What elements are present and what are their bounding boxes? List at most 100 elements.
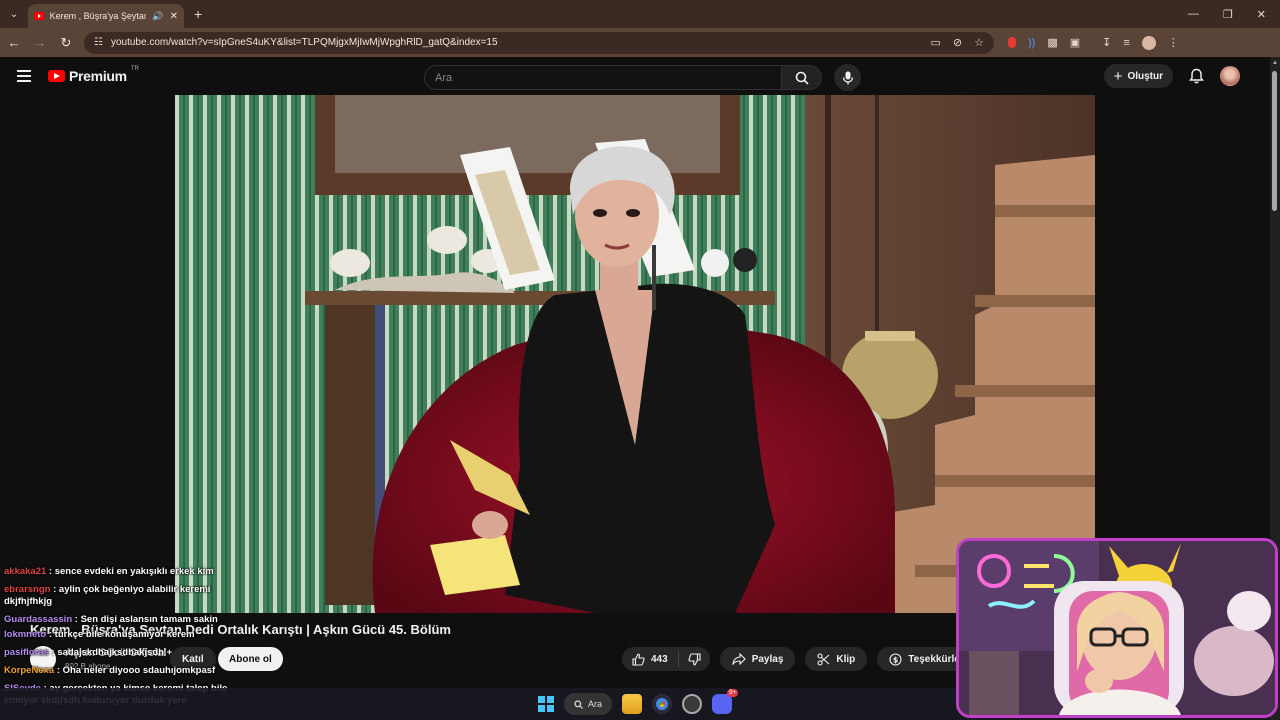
chat-message: Guardassassin : Sen dişi aslansın tamam … — [4, 614, 434, 626]
youtube-masthead: Premium TR + Oluştur — [0, 57, 1270, 95]
tab-search-chevron-icon[interactable]: ⌄ — [4, 4, 24, 24]
menu-hamburger-icon[interactable] — [17, 70, 31, 82]
search-button[interactable] — [782, 65, 822, 90]
dislike-button[interactable] — [679, 652, 710, 666]
extension-tv-icon[interactable]: ▩ — [1047, 36, 1057, 49]
url-text[interactable]: youtube.com/watch?v=sIpGneS4uKY&list=TLP… — [111, 37, 498, 48]
clip-label: Klip — [836, 653, 856, 665]
windows-start-icon[interactable] — [538, 696, 554, 712]
search-bar — [424, 64, 861, 91]
microphone-icon — [842, 71, 853, 84]
video-frame-scene — [175, 95, 1095, 613]
window-controls: — ❐ ✕ — [1188, 8, 1280, 21]
like-dislike-group: 443 — [622, 647, 710, 671]
like-button[interactable]: 443 — [622, 651, 679, 667]
thumbs-down-icon — [688, 652, 701, 665]
youtube-premium-logo[interactable]: Premium TR — [48, 66, 139, 84]
cast-icon[interactable]: ▭ — [931, 36, 941, 49]
tab-close-icon[interactable]: ✕ — [170, 11, 178, 22]
scissors-icon — [817, 652, 830, 666]
discord-badge: 9+ — [727, 689, 739, 697]
chat-user: pasifloras — [4, 647, 49, 658]
extension-audio-icon[interactable]: )) — [1028, 37, 1035, 49]
share-button[interactable]: Paylaş — [719, 647, 796, 671]
chat-text: : Oha neler diyooo sdauhıjomkpasf — [56, 665, 216, 676]
browser-tab-strip: ⌄ Kerem , Büşra'ya Şeytan Dedi 🔊 ✕ + — ❐… — [0, 0, 1280, 28]
search-icon — [795, 71, 809, 85]
omnibox-actions: ▭ ⊘ ☆ — [931, 36, 985, 49]
youtube-favicon-icon — [34, 12, 44, 20]
chat-user: lokmneto — [4, 629, 47, 640]
reading-list-icon[interactable]: ≡ — [1123, 37, 1129, 49]
taskbar-search-label: Ara — [588, 699, 603, 709]
voice-search-button[interactable] — [834, 64, 861, 91]
chat-user: KorpeNexa — [4, 665, 55, 676]
streamer-webcam-overlay — [956, 538, 1278, 718]
downloads-icon[interactable]: ↧ — [1102, 36, 1111, 49]
stream-chat-overlay: akkaka21 : sence evdeki en yakışıklı erk… — [4, 566, 434, 707]
chat-message: lokmneto : türkçe bile konuşamıyor kerem — [4, 629, 434, 641]
obs-taskbar-icon[interactable] — [682, 694, 703, 714]
restore-icon[interactable]: ❐ — [1223, 8, 1233, 21]
taskbar-search-icon — [574, 699, 583, 709]
minimize-icon[interactable]: — — [1188, 8, 1199, 21]
scroll-thumb[interactable] — [1272, 71, 1277, 211]
webcam-scene — [959, 541, 1275, 715]
thumbs-up-icon — [632, 653, 645, 666]
create-button[interactable]: + Oluştur — [1103, 64, 1173, 88]
video-actions: 443 Paylaş Klip $ Teşekkürler ⋯ — [622, 647, 1010, 671]
site-info-icon[interactable]: ☷ — [94, 37, 103, 48]
like-count: 443 — [651, 653, 668, 665]
notifications-bell-icon[interactable] — [1189, 68, 1204, 84]
chat-text: : sadajskdhajksdhakjsdh + — [51, 647, 173, 658]
youtube-play-logo-icon — [48, 70, 65, 82]
chat-text: : sence evdeki en yakışıklı erkek kim — [48, 566, 214, 577]
masthead-actions: + Oluştur — [1103, 64, 1240, 88]
extensions-area: )) ▩ ▣ ↧ ≡ ⋮ — [1008, 35, 1179, 50]
chat-message: KorpeNexa : Oha neler diyooo sdauhıjomkp… — [4, 665, 434, 677]
plus-icon: + — [1113, 67, 1123, 85]
clip-button[interactable]: Klip — [805, 647, 868, 671]
browser-tab-active[interactable]: Kerem , Büşra'ya Şeytan Dedi 🔊 ✕ — [28, 4, 184, 28]
share-label: Paylaş — [751, 653, 784, 665]
create-label: Oluştur — [1127, 70, 1163, 82]
bookmark-star-icon[interactable]: ☆ — [974, 36, 984, 49]
search-input[interactable] — [424, 65, 782, 90]
chat-user: ebrarsngn — [4, 584, 51, 595]
extension-red-icon[interactable] — [1008, 37, 1016, 48]
browser-toolbar: ← → ↻ ☷ youtube.com/watch?v=sIpGneS4uKY&… — [0, 28, 1280, 57]
screen: ⌄ Kerem , Büşra'ya Şeytan Dedi 🔊 ✕ + — ❐… — [0, 0, 1280, 720]
new-tab-plus-icon[interactable]: + — [194, 6, 202, 22]
tab-title: Kerem , Büşra'ya Şeytan Dedi — [49, 11, 147, 21]
close-window-icon[interactable]: ✕ — [1257, 8, 1266, 21]
thanks-dollar-icon: $ — [889, 652, 902, 666]
address-bar[interactable]: ☷ youtube.com/watch?v=sIpGneS4uKY&list=T… — [84, 31, 994, 54]
taskbar-items: Ara 9+ — [538, 689, 739, 715]
logo-region: TR — [130, 66, 139, 72]
chat-message: ebrarsngn : aylin çok beğeniyo alabilir … — [4, 584, 244, 608]
chat-message: pasifloras : sadajskdhajksdhakjsdh + — [4, 647, 434, 659]
chat-text: : Sen dişi aslansın tamam sakin — [74, 614, 218, 625]
svg-text:$: $ — [893, 655, 899, 664]
taskbar-search[interactable]: Ara — [564, 693, 613, 715]
tab-audio-icon[interactable]: 🔊 — [152, 11, 163, 22]
chat-user: akkaka21 — [4, 566, 47, 577]
reload-icon[interactable]: ↻ — [54, 35, 78, 51]
share-arrow-icon — [732, 653, 746, 665]
profile-avatar-icon[interactable] — [1141, 35, 1156, 50]
video-player[interactable] — [175, 95, 1095, 613]
scroll-up-arrow-icon[interactable]: ▲ — [1272, 60, 1278, 66]
tracking-eye-icon[interactable]: ⊘ — [953, 36, 962, 49]
back-arrow-icon[interactable]: ← — [2, 35, 26, 50]
chat-message: akkaka21 : sence evdeki en yakışıklı erk… — [4, 566, 434, 578]
chat-text: : türkçe bile konuşamıyor kerem — [48, 629, 195, 640]
forward-arrow-icon[interactable]: → — [28, 35, 52, 50]
file-explorer-icon[interactable] — [622, 694, 643, 714]
chat-user: Guardassassin — [4, 614, 73, 625]
discord-taskbar-icon[interactable]: 9+ — [712, 689, 739, 714]
chrome-taskbar-icon[interactable] — [652, 694, 673, 714]
account-avatar[interactable] — [1220, 66, 1240, 86]
extensions-puzzle-icon[interactable]: ▣ — [1070, 36, 1080, 49]
logo-text: Premium — [69, 68, 127, 84]
chrome-menu-icon[interactable]: ⋮ — [1168, 36, 1179, 49]
